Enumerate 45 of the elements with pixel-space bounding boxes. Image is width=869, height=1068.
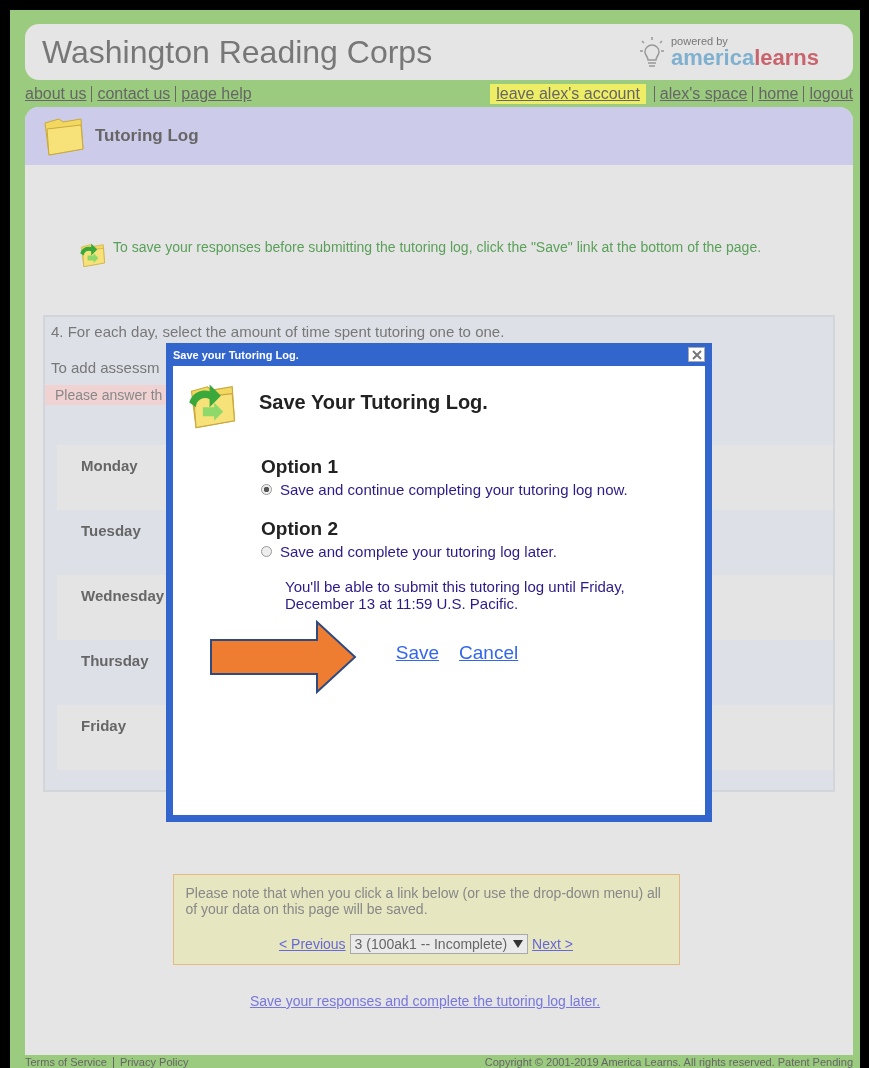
day-label: Wednesday: [81, 587, 165, 604]
site-title: Washington Reading Corps: [42, 33, 433, 71]
option-label: Save and continue completing your tutoring log now.: [280, 481, 628, 498]
arrow-icon: [209, 620, 357, 694]
nav-link[interactable]: home: [752, 85, 804, 102]
nav-link[interactable]: contact us: [91, 85, 176, 102]
nav-link[interactable]: page help: [175, 85, 252, 102]
footer-link[interactable]: Privacy Policy: [112, 1056, 195, 1068]
nav-link[interactable]: leave alex's account: [490, 83, 646, 104]
lightbulb-icon: [639, 36, 665, 68]
close-button[interactable]: [688, 347, 705, 362]
page-title: Tutoring Log: [95, 126, 199, 146]
option-heading: Option 1: [261, 456, 340, 478]
save-hint: To save your responses before submitting the tutoring log, click the "Save" link at the bottom of the page.: [113, 239, 762, 256]
folder-arrow-icon: [79, 241, 107, 269]
close-icon: [691, 349, 702, 360]
next-link[interactable]: Next >: [532, 936, 573, 952]
option-note: You'll be able to submit this tutoring log until Friday, December 13 at 11:59 U.S. Pacific.: [285, 578, 626, 612]
brand-wordmark: americalearns: [671, 47, 819, 69]
pager-notice: Please note that when you click a link below (or use the drop-down menu) all of your data on this page will be saved.: [185, 885, 662, 917]
save-link[interactable]: Save: [395, 642, 440, 664]
option-label: Save and complete your tutoring log later.: [280, 543, 557, 560]
radio-button[interactable]: [261, 484, 272, 495]
previous-link[interactable]: < Previous: [279, 936, 346, 952]
logo-tagline: powered by: [671, 35, 729, 47]
day-label: Monday: [81, 457, 138, 474]
dialog-heading: Save Your Tutoring Log.: [259, 390, 488, 414]
footer-link[interactable]: Terms of Service: [25, 1056, 113, 1068]
nav-link[interactable]: logout: [803, 85, 853, 102]
option-heading: Option 2: [261, 518, 340, 540]
day-label: Friday: [81, 717, 126, 734]
day-label: Tuesday: [81, 522, 141, 539]
question-prompt: 4. For each day, select the amount of time spent tutoring one to one.: [50, 323, 506, 341]
question-instruction: To add assessm: [50, 359, 161, 376]
caret-icon: [513, 940, 524, 948]
copyright-text: Copyright © 2001-2019 America Learns. All rights reserved. Patent Pending: [484, 1056, 853, 1068]
day-label: Thursday: [81, 652, 149, 669]
nav-link[interactable]: about us: [25, 85, 92, 102]
page-select[interactable]: 3 (100ak1 -- Incomplete): [349, 934, 529, 954]
save-later-link[interactable]: Save your responses and complete the tutoring log later.: [249, 993, 601, 1009]
warning-text: Please answer th: [55, 387, 163, 403]
cancel-link[interactable]: Cancel: [459, 642, 519, 664]
nav-link[interactable]: alex's space: [653, 85, 753, 102]
radio-button[interactable]: [261, 546, 272, 557]
dialog-title: Save your Tutoring Log.: [173, 348, 299, 361]
